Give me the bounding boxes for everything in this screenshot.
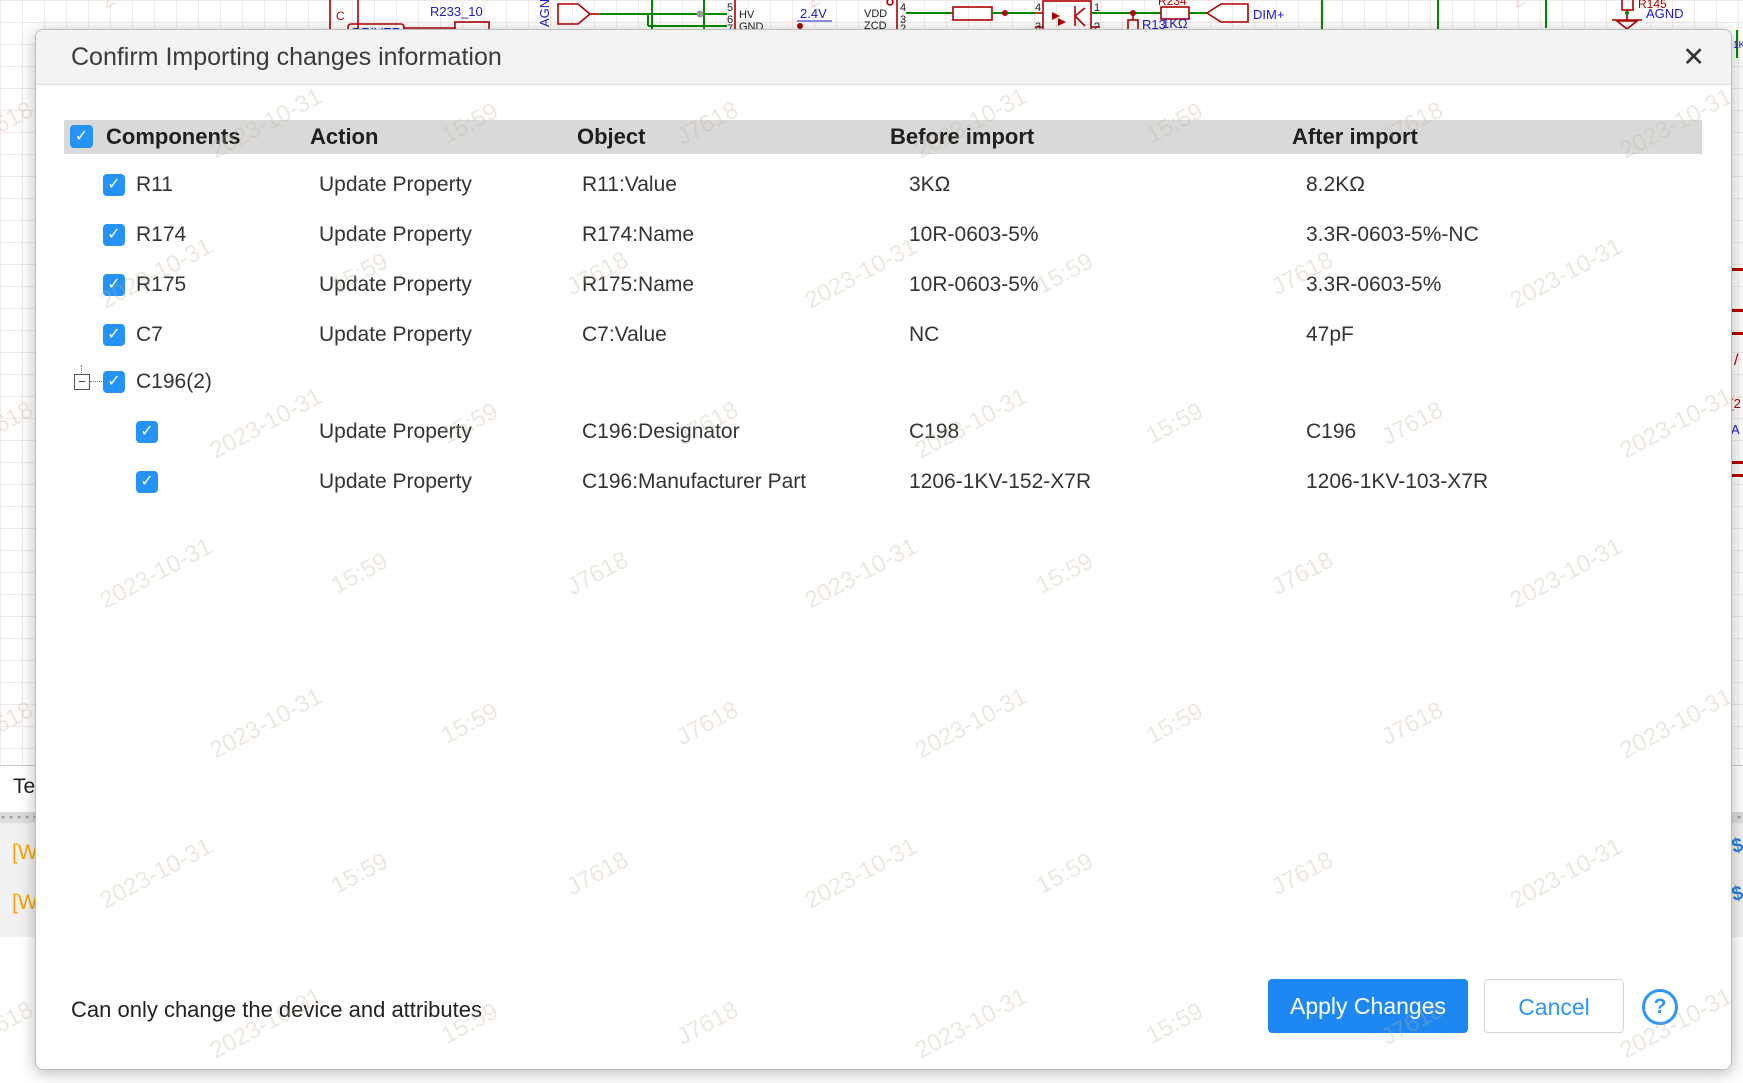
table-row: ✓ R11 Update Property R11:Value 3KΩ 8.2K…	[36, 162, 1731, 208]
after-import-cell: 8.2KΩ	[1306, 162, 1365, 208]
schematic-label: R233_10	[430, 4, 483, 19]
table-subrow: ✓ Update Property C196:Manufacturer Part…	[36, 459, 1731, 505]
column-header-after-import: After import	[1292, 120, 1418, 154]
apply-changes-button[interactable]: Apply Changes	[1268, 979, 1468, 1033]
table-row: ✓ R175 Update Property R175:Name 10R-060…	[36, 262, 1731, 308]
check-icon: ✓	[140, 473, 153, 490]
bottom-panel-tab[interactable]: Te	[13, 775, 35, 799]
column-header-components: Components	[106, 120, 240, 154]
svg-text:VDD: VDD	[864, 8, 887, 20]
check-icon: ✓	[107, 176, 120, 193]
action-cell: Update Property	[319, 459, 472, 505]
after-import-cell: 3.3R-0603-5%-NC	[1306, 212, 1479, 258]
cancel-button[interactable]: Cancel	[1484, 979, 1624, 1033]
row-checkbox[interactable]: ✓	[103, 274, 125, 296]
select-all-checkbox[interactable]: ✓	[70, 125, 93, 148]
row-checkbox[interactable]: ✓	[136, 421, 158, 443]
object-cell: R174:Name	[582, 212, 694, 258]
column-header-action: Action	[310, 120, 378, 154]
action-cell: Update Property	[319, 409, 472, 455]
schematic-label: AGND	[537, 0, 552, 27]
confirm-import-dialog: Confirm Importing changes information ✕ …	[35, 29, 1732, 1070]
component-cell: R175	[136, 262, 186, 308]
check-icon: ✓	[75, 128, 88, 145]
after-import-cell: 47pF	[1306, 312, 1354, 358]
action-cell: Update Property	[319, 212, 472, 258]
check-icon: ✓	[107, 226, 120, 243]
column-header-before-import: Before import	[890, 120, 1034, 154]
collapse-toggle-icon[interactable]: −	[74, 374, 90, 390]
before-import-cell: 1206-1KV-152-X7R	[909, 459, 1091, 505]
table-row: ✓ R174 Update Property R174:Name 10R-060…	[36, 212, 1731, 258]
before-import-cell: 10R-0603-5%	[909, 212, 1039, 258]
object-cell: R11:Value	[582, 162, 677, 208]
action-cell: Update Property	[319, 312, 472, 358]
schematic-top-strip: C DRIVER R233_10 AGND 5 6 7 HV GND VDD Z…	[0, 0, 1743, 30]
after-import-cell: 1206-1KV-103-X7R	[1306, 459, 1488, 505]
table-header-row: ✓ Components Action Object Before import…	[64, 120, 1702, 154]
dialog-header: Confirm Importing changes information ✕	[36, 30, 1731, 85]
row-checkbox[interactable]: ✓	[103, 371, 125, 393]
net-label: DIM+	[1253, 7, 1284, 22]
action-cell: Update Property	[319, 162, 472, 208]
object-cell: C196:Manufacturer Part	[582, 459, 806, 505]
row-checkbox[interactable]: ✓	[103, 224, 125, 246]
close-icon[interactable]: ✕	[1682, 40, 1705, 74]
schematic-label: 1KΩ	[1162, 16, 1188, 30]
row-checkbox[interactable]: ✓	[103, 324, 125, 346]
schematic-label: AGND	[1646, 6, 1684, 21]
table-row-group: − ✓ C196(2)	[36, 359, 1731, 405]
component-cell: C196(2)	[136, 359, 212, 405]
action-cell: Update Property	[319, 262, 472, 308]
log-warning-line: [W	[12, 841, 38, 865]
object-cell: C7:Value	[582, 312, 667, 358]
check-icon: ✓	[140, 423, 153, 440]
net-voltage-label: 2.4V	[800, 6, 827, 21]
log-warning-line: [W	[12, 891, 38, 915]
before-import-cell: 3KΩ	[909, 162, 950, 208]
before-import-cell: NC	[909, 312, 939, 358]
table-subrow: ✓ Update Property C196:Designator C198 C…	[36, 409, 1731, 455]
svg-text:4: 4	[900, 2, 906, 14]
svg-text:4: 4	[1035, 2, 1041, 14]
row-checkbox[interactable]: ✓	[103, 174, 125, 196]
footer-note: Can only change the device and attribute…	[71, 997, 482, 1023]
component-cell: C7	[136, 312, 163, 358]
after-import-cell: C196	[1306, 409, 1356, 455]
table-row: ✓ C7 Update Property C7:Value NC 47pF	[36, 312, 1731, 358]
before-import-cell: 10R-0603-5%	[909, 262, 1039, 308]
object-cell: R175:Name	[582, 262, 694, 308]
before-import-cell: C198	[909, 409, 959, 455]
object-cell: C196:Designator	[582, 409, 740, 455]
dialog-title: Confirm Importing changes information	[71, 30, 502, 84]
svg-text:5: 5	[727, 2, 733, 14]
column-header-object: Object	[577, 120, 645, 154]
after-import-cell: 3.3R-0603-5%	[1306, 262, 1441, 308]
component-cell: R174	[136, 212, 186, 258]
check-icon: ✓	[107, 276, 120, 293]
svg-text:HV: HV	[739, 9, 755, 21]
check-icon: ✓	[107, 326, 120, 343]
check-icon: ✓	[107, 373, 120, 390]
row-checkbox[interactable]: ✓	[136, 471, 158, 493]
schematic-label: C	[336, 9, 345, 23]
component-cell: R11	[136, 162, 173, 208]
help-icon[interactable]: ?	[1642, 989, 1678, 1025]
